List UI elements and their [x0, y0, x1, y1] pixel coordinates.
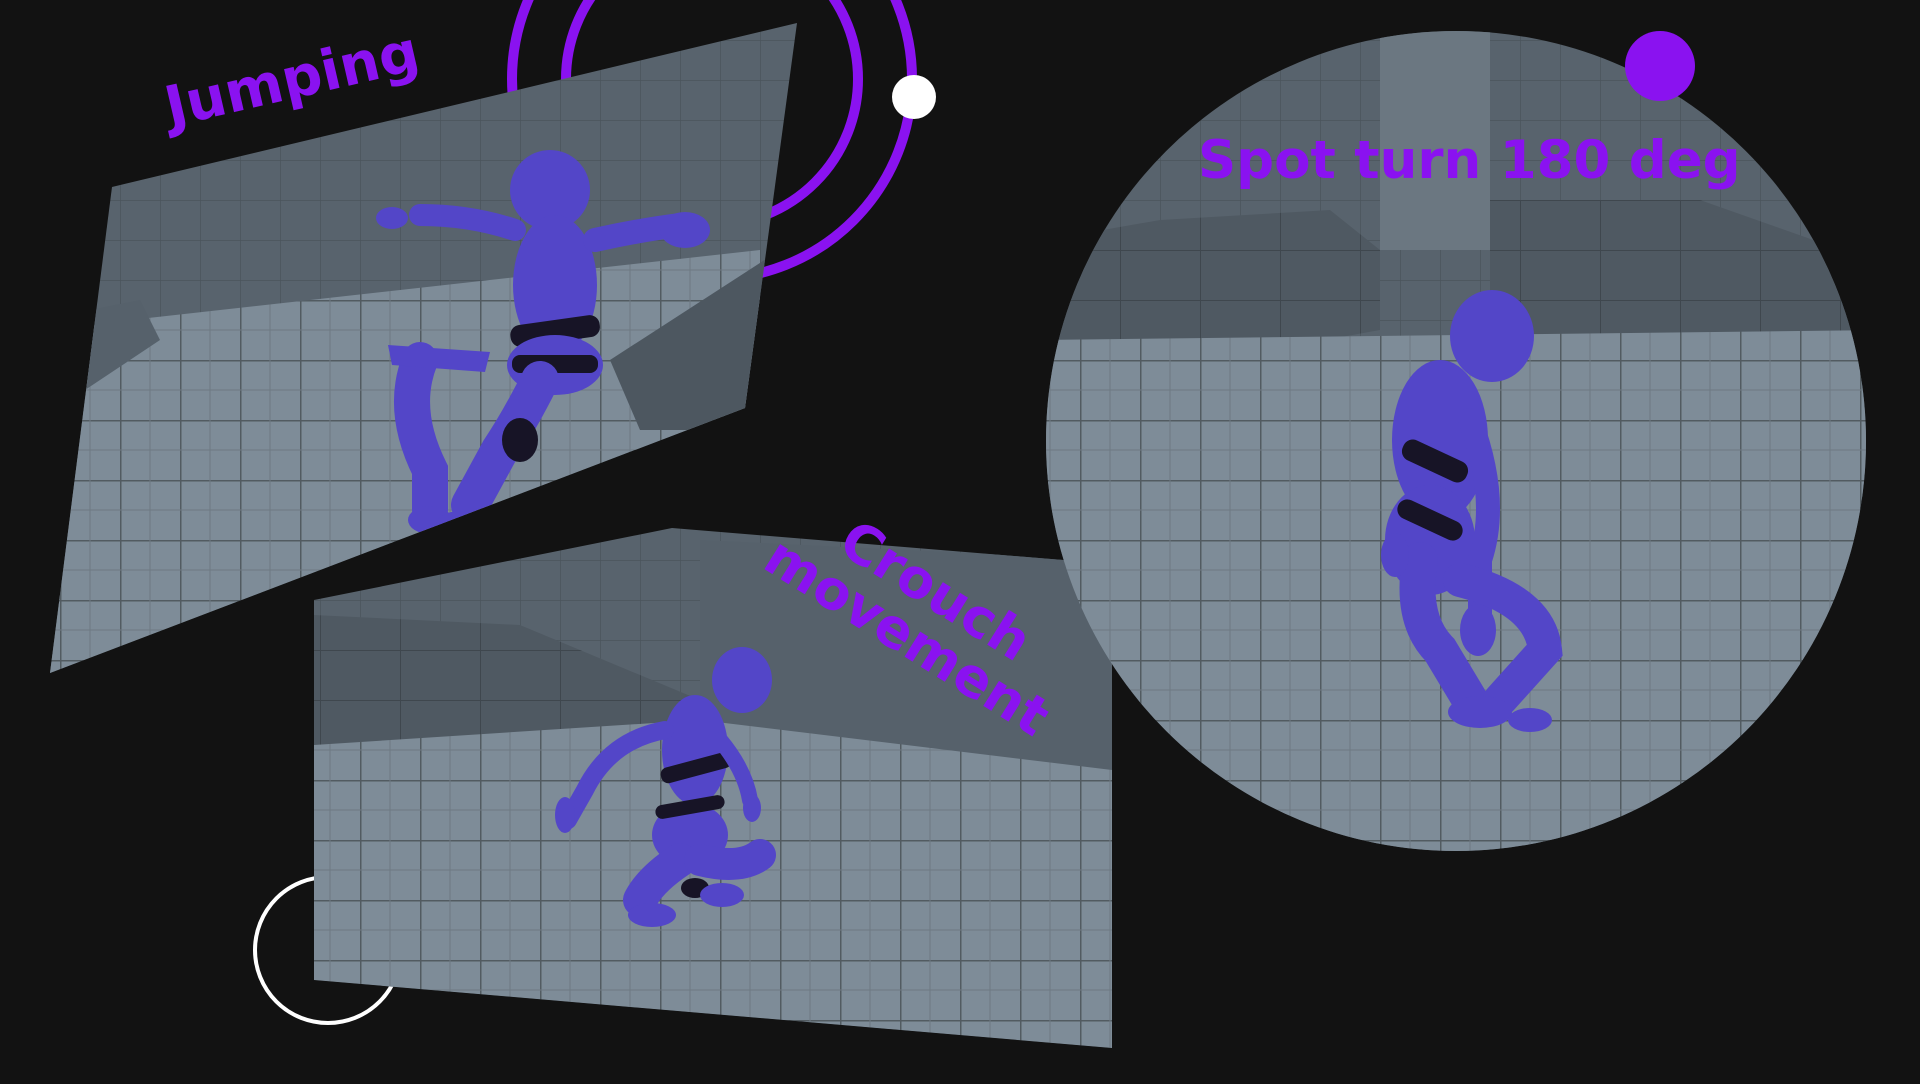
scene-collage: Jumping Spot turn 180 deg Crouch movemen…: [0, 0, 1920, 1080]
spot-turn-label: Spot turn 180 deg: [1198, 130, 1741, 191]
purple-dot-icon: [1625, 31, 1695, 101]
white-dot-icon: [892, 75, 936, 119]
